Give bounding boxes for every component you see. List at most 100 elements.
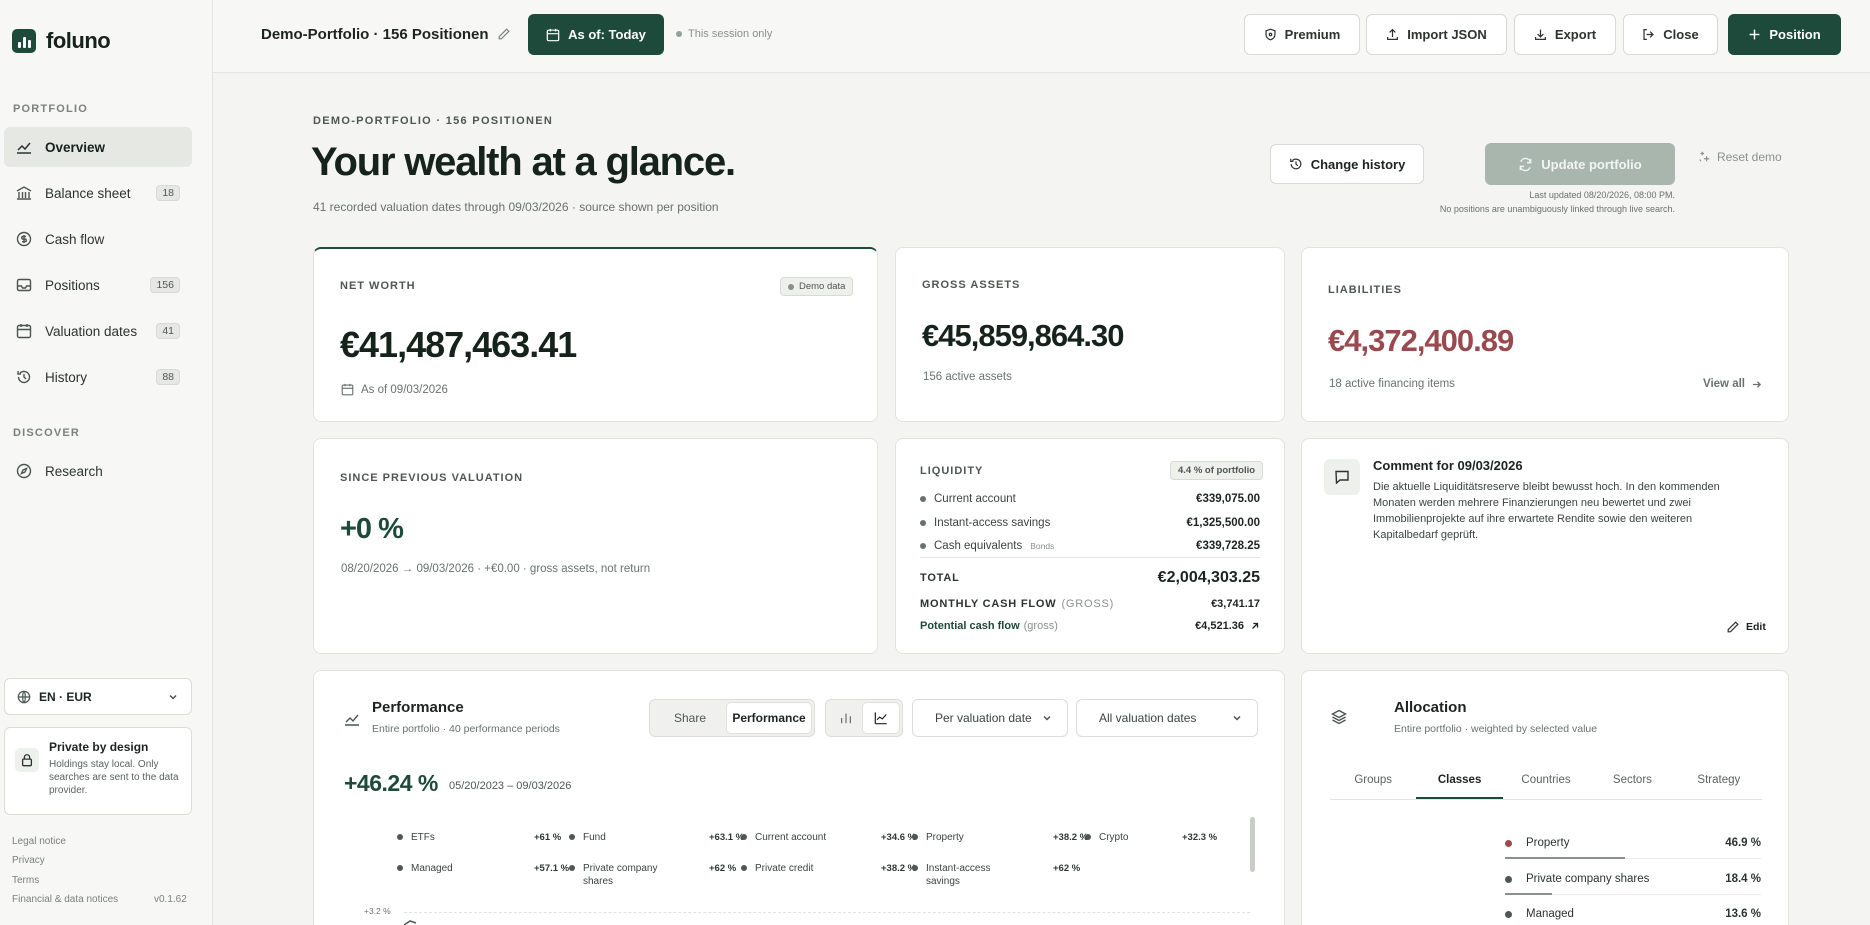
sidebar-item-cash-flow[interactable]: Cash flow <box>4 219 192 259</box>
date-range-select[interactable]: All valuation dates <box>1076 699 1258 737</box>
privacy-link[interactable]: Privacy <box>12 855 45 866</box>
allocation-title: Allocation <box>1394 699 1467 716</box>
line-chart-icon[interactable] <box>863 703 899 733</box>
compass-icon <box>15 462 33 480</box>
monthly-cash-flow-row: MONTHLY CASH FLOW (GROSS) €3,741.17 <box>920 598 1260 610</box>
change-history-label: Change history <box>1310 156 1406 172</box>
sidebar-item-label: History <box>45 369 88 385</box>
liquidity-row-value: €339,728.25 <box>1196 540 1260 552</box>
bank-icon <box>15 184 33 202</box>
premium-button[interactable]: Premium <box>1244 14 1360 55</box>
legend-pct: +57.1 % <box>534 863 570 874</box>
language-select[interactable]: EN · EUR <box>4 678 192 715</box>
allocation-subtitle: Entire portfolio · weighted by selected … <box>1394 723 1598 735</box>
count-badge: 41 <box>156 323 180 339</box>
privacy-title: Private by design <box>49 740 149 754</box>
session-indicator: This session only <box>676 28 772 40</box>
chart-line-icon <box>15 138 33 156</box>
logo[interactable]: foluno <box>12 28 111 54</box>
bar-chart-icon[interactable] <box>829 703 863 733</box>
since-previous-card: SINCE PREVIOUS VALUATION +0 % 08/20/2026… <box>313 438 878 654</box>
legend-swatch <box>912 834 918 840</box>
topbar: Demo-Portfolio · 156 Positionen As of: T… <box>213 0 1870 73</box>
sidebar-item-history[interactable]: History 88 <box>4 357 192 397</box>
tab-classes[interactable]: Classes <box>1416 766 1503 799</box>
since-previous-note: 08/20/2026 → 09/03/2026 · +€0.00 · gross… <box>341 563 651 575</box>
period-select-value: Per valuation date <box>935 711 1032 725</box>
net-worth-asof: As of 09/03/2026 <box>341 383 448 396</box>
sidebar-item-research[interactable]: Research <box>4 451 192 491</box>
total-label: TOTAL <box>920 572 960 584</box>
allocation-label: Private company shares <box>1526 873 1650 885</box>
allocation-label: Property <box>1526 837 1570 849</box>
tab-strategy[interactable]: Strategy <box>1676 766 1762 799</box>
tab-countries[interactable]: Countries <box>1503 766 1589 799</box>
potential-cash-flow-row[interactable]: Potential cash flow (gross) €4,521.36 <box>920 620 1260 632</box>
calendar-icon <box>341 383 354 396</box>
legend-swatch <box>569 865 575 871</box>
tab-sectors[interactable]: Sectors <box>1589 766 1675 799</box>
toggle-performance[interactable]: Performance <box>727 703 811 733</box>
view-toggle: Share Performance <box>649 699 815 737</box>
chevron-down-icon <box>1041 712 1053 724</box>
pencil-icon <box>1726 620 1740 634</box>
sidebar-item-valuation-dates[interactable]: Valuation dates 41 <box>4 311 192 351</box>
legal-notice-link[interactable]: Legal notice <box>12 836 66 847</box>
legend-swatch <box>1085 834 1091 840</box>
add-position-button[interactable]: Position <box>1728 14 1841 55</box>
as-of-button[interactable]: As of: Today <box>528 14 664 55</box>
legend-item[interactable]: Instant-access savings +62 % <box>912 862 1123 888</box>
globe-icon <box>17 690 31 704</box>
sidebar-item-label: Positions <box>45 277 100 293</box>
logout-icon <box>1642 28 1655 41</box>
export-label: Export <box>1554 27 1597 42</box>
chevron-down-icon <box>1231 712 1243 724</box>
update-portfolio-button[interactable]: Update portfolio <box>1485 143 1675 185</box>
chart-line-icon <box>344 711 360 727</box>
portfolio-heading: PORTFOLIO <box>13 103 88 115</box>
grid-line <box>404 912 1250 913</box>
legend-item[interactable]: Crypto +32.3 % <box>1085 831 1252 844</box>
liquidity-row: Current account €339,075.00 <box>920 493 1260 505</box>
performance-subtitle: Entire portfolio · 40 performance period… <box>372 723 560 735</box>
legend-scrollbar[interactable] <box>1250 817 1255 872</box>
allocation-row[interactable]: Property 46.9 % <box>1505 837 1761 849</box>
liquidity-row-value: €1,325,500.00 <box>1186 517 1260 529</box>
close-button[interactable]: Close <box>1623 14 1718 55</box>
monthly-value: €3,741.17 <box>1211 598 1260 610</box>
allocation-row[interactable]: Private company shares 18.4 % <box>1505 873 1761 885</box>
export-button[interactable]: Export <box>1514 14 1616 55</box>
count-badge: 88 <box>156 369 180 385</box>
import-json-button[interactable]: Import JSON <box>1366 14 1507 55</box>
liquidity-share-badge: 4.4 % of portfolio <box>1170 461 1264 480</box>
allocation-row[interactable]: Managed 13.6 % <box>1505 908 1761 920</box>
calendar-icon <box>546 28 560 42</box>
liquidity-total-row: TOTAL €2,004,303.25 <box>920 569 1260 587</box>
liquidity-row-label: Instant-access savings <box>934 517 1051 529</box>
liquidity-row: Cash equivalents Bonds €339,728.25 <box>920 540 1260 552</box>
history-icon <box>15 368 33 386</box>
as-of-label: As of: Today <box>568 27 646 42</box>
version-label: v0.1.62 <box>154 894 187 905</box>
legend-swatch <box>741 865 747 871</box>
toggle-share[interactable]: Share <box>653 703 727 733</box>
view-all-link[interactable]: View all <box>1703 378 1762 390</box>
pencil-icon[interactable] <box>497 27 511 41</box>
allocation-value: 13.6 % <box>1725 908 1761 920</box>
notices-link[interactable]: Financial & data notices <box>12 894 118 905</box>
liabilities-value: €4,372,400.89 <box>1328 323 1514 358</box>
sidebar-item-positions[interactable]: Positions 156 <box>4 265 192 305</box>
status-dot-icon <box>676 31 682 37</box>
edit-comment-button[interactable]: Edit <box>1726 620 1766 634</box>
change-history-button[interactable]: Change history <box>1270 144 1424 184</box>
terms-link[interactable]: Terms <box>12 875 39 886</box>
period-select[interactable]: Per valuation date <box>912 699 1068 737</box>
tab-groups[interactable]: Groups <box>1330 766 1416 799</box>
reset-demo-button[interactable]: Reset demo <box>1697 150 1782 164</box>
allocation-tabs: Groups Classes Countries Sectors Strateg… <box>1330 766 1762 800</box>
sidebar-item-overview[interactable]: Overview <box>4 127 192 167</box>
privacy-text: Holdings stay local. Only searches are s… <box>49 759 179 796</box>
sidebar-item-balance-sheet[interactable]: Balance sheet 18 <box>4 173 192 213</box>
chart-type-toggle <box>825 699 903 737</box>
session-label: This session only <box>688 28 773 40</box>
